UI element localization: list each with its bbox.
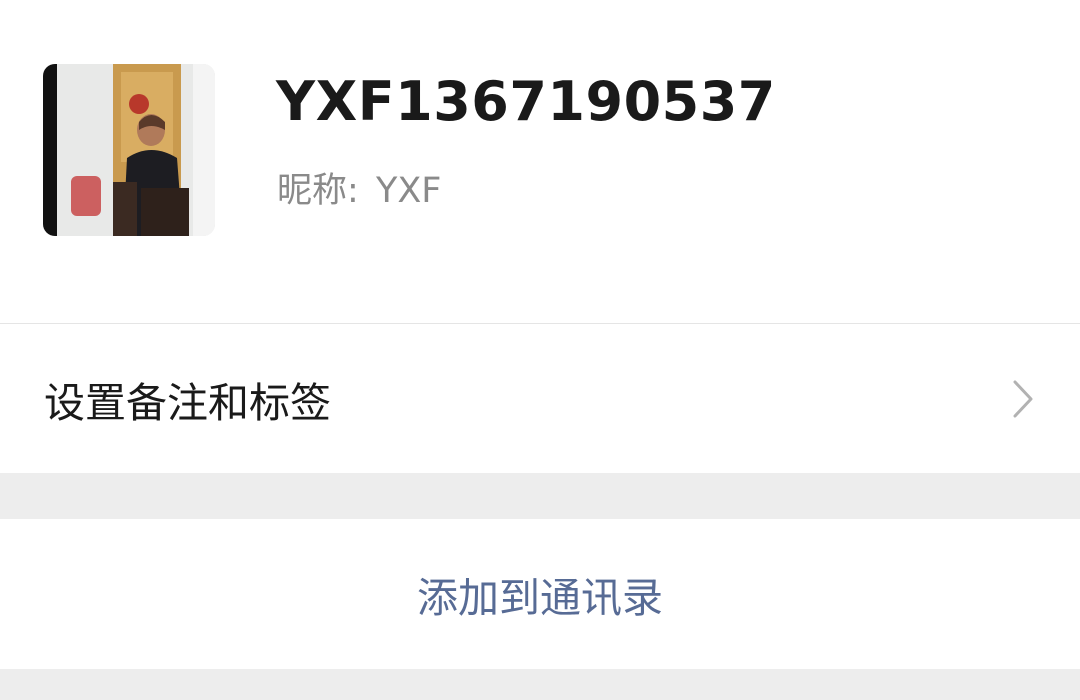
avatar-photo-icon <box>43 64 215 236</box>
profile-card: YXF1367190537 昵称: YXF <box>0 0 1080 324</box>
set-remark-and-tags-row[interactable]: 设置备注和标签 <box>0 324 1080 473</box>
chevron-right-icon <box>1013 380 1033 417</box>
contact-display-name: YXF1367190537 <box>276 70 776 133</box>
add-to-contacts-button[interactable]: 添加到通讯录 <box>0 519 1080 669</box>
nickname-label: 昵称: <box>277 171 359 211</box>
add-to-contacts-label: 添加到通讯录 <box>417 574 663 622</box>
set-remark-and-tags-label: 设置备注和标签 <box>44 378 331 427</box>
nickname-row: 昵称: YXF <box>277 162 441 213</box>
avatar[interactable] <box>43 64 215 236</box>
nickname-value: YXF <box>375 171 442 211</box>
